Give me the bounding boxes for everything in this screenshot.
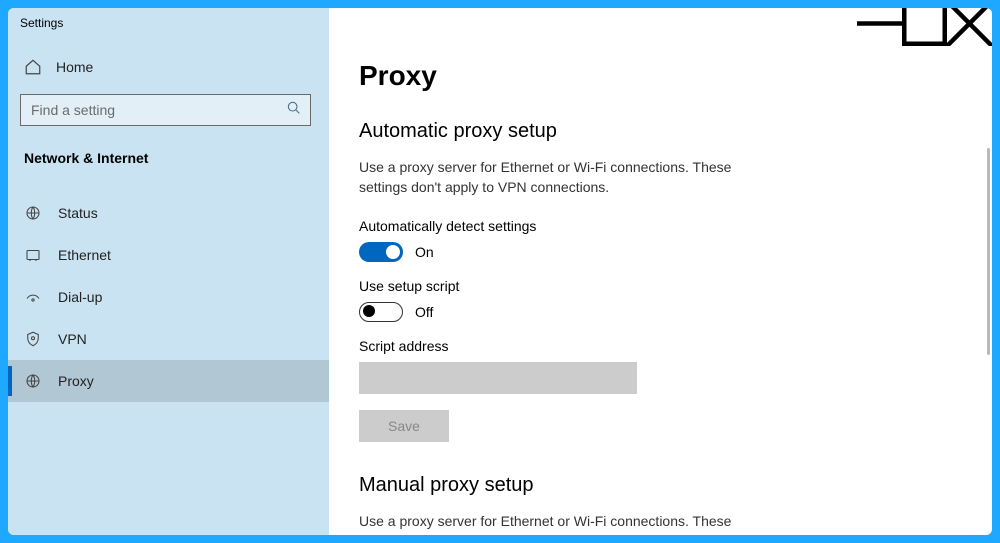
sidebar-item-proxy[interactable]: Proxy <box>8 360 329 402</box>
sidebar-item-status[interactable]: Status <box>8 192 329 234</box>
scrollbar[interactable] <box>987 148 990 355</box>
minimize-button[interactable] <box>857 8 902 38</box>
titlebar-right <box>329 8 992 38</box>
sidebar-item-label: Ethernet <box>58 247 111 263</box>
ethernet-icon <box>24 246 42 264</box>
page-title: Proxy <box>359 60 992 92</box>
use-script-label: Use setup script <box>359 278 992 294</box>
globe-icon <box>24 372 42 390</box>
sidebar: Settings Home Network & Internet <box>8 8 329 535</box>
home-label: Home <box>56 59 93 75</box>
main-panel: Proxy Automatic proxy setup Use a proxy … <box>329 38 992 535</box>
vpn-shield-icon <box>24 330 42 348</box>
globe-status-icon <box>24 204 42 222</box>
script-address-label: Script address <box>359 338 992 354</box>
manual-proxy-heading: Manual proxy setup <box>359 474 992 497</box>
sidebar-item-label: VPN <box>58 331 87 347</box>
auto-detect-state: On <box>415 244 434 260</box>
auto-detect-toggle[interactable] <box>359 242 403 262</box>
script-address-input <box>359 362 637 394</box>
content-area: Proxy Automatic proxy setup Use a proxy … <box>329 8 992 535</box>
home-nav[interactable]: Home <box>8 48 329 86</box>
use-script-state: Off <box>415 304 433 320</box>
sidebar-nav: Status Ethernet Dial-up <box>8 192 329 402</box>
maximize-button[interactable] <box>902 8 947 38</box>
sidebar-item-label: Status <box>58 205 98 221</box>
sidebar-item-label: Dial-up <box>58 289 102 305</box>
window-title: Settings <box>20 16 63 30</box>
titlebar: Settings <box>8 8 329 38</box>
use-script-toggle[interactable] <box>359 302 403 322</box>
settings-window: Settings Home Network & Internet <box>8 8 992 535</box>
search-input-wrap[interactable] <box>20 94 311 126</box>
sidebar-item-vpn[interactable]: VPN <box>8 318 329 360</box>
sidebar-section-title: Network & Internet <box>8 140 329 174</box>
dialup-icon <box>24 288 42 306</box>
search-icon <box>286 100 302 121</box>
search-input[interactable] <box>31 102 271 118</box>
home-icon <box>24 58 42 76</box>
auto-proxy-heading: Automatic proxy setup <box>359 120 992 143</box>
save-button: Save <box>359 410 449 442</box>
auto-detect-label: Automatically detect settings <box>359 218 992 234</box>
close-button[interactable] <box>947 8 992 38</box>
sidebar-item-label: Proxy <box>58 373 94 389</box>
sidebar-item-ethernet[interactable]: Ethernet <box>8 234 329 276</box>
manual-proxy-desc: Use a proxy server for Ethernet or Wi-Fi… <box>359 511 769 535</box>
auto-proxy-desc: Use a proxy server for Ethernet or Wi-Fi… <box>359 157 769 198</box>
sidebar-item-dialup[interactable]: Dial-up <box>8 276 329 318</box>
